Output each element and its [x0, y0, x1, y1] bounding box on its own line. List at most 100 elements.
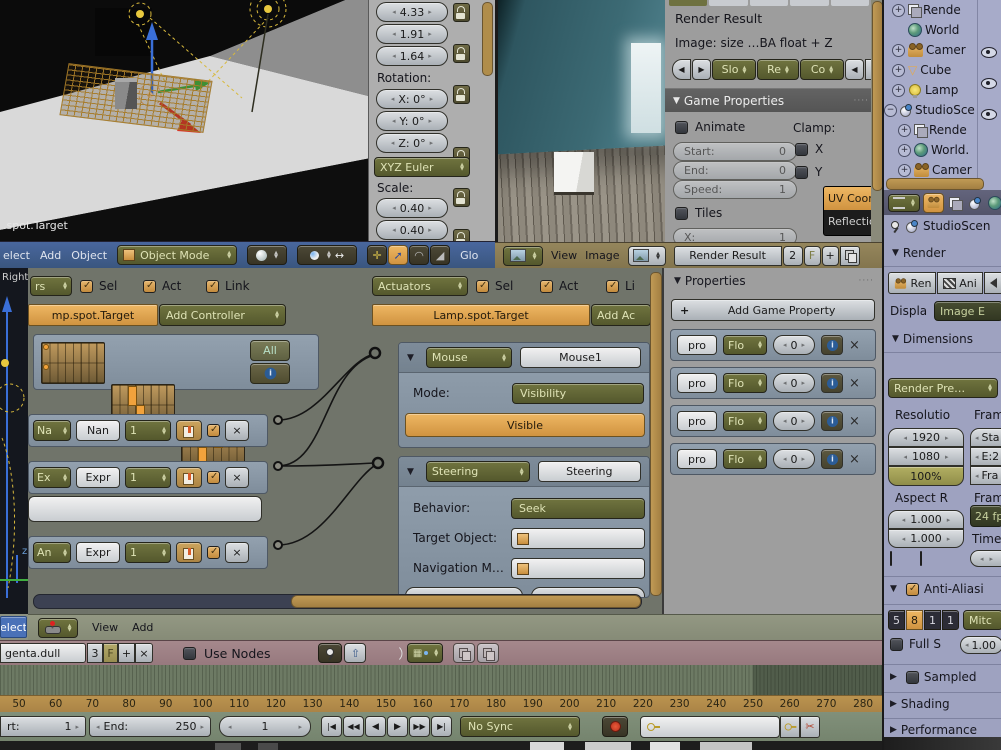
all-states-button[interactable]: All — [250, 340, 290, 361]
controller-name-field[interactable]: Nan — [76, 420, 120, 441]
property-type-dropdown[interactable]: Flo▲▼ — [723, 411, 767, 431]
frame-step-field[interactable]: ◂Fra — [970, 466, 1001, 485]
act-checkbox[interactable] — [143, 280, 156, 293]
lock-location-y-icon[interactable] — [453, 44, 470, 63]
display-dropdown[interactable]: Image E — [934, 301, 1001, 321]
collapse-icon[interactable]: − — [884, 104, 897, 117]
viewport-shading-dropdown[interactable]: ▲▼ — [247, 245, 287, 265]
browse-image-button[interactable]: ▲▼ — [628, 246, 666, 266]
controller-name-field[interactable]: Expr — [76, 542, 120, 563]
outliner-row-world-1[interactable]: World — [908, 23, 959, 37]
tiles-checkbox[interactable] — [675, 207, 688, 220]
controller-type-dropdown[interactable]: An▲▼ — [33, 542, 71, 563]
aspect-y-field[interactable]: ◂1.000▸ — [888, 529, 964, 548]
tab-render-layers[interactable] — [947, 193, 964, 213]
lock-rotation-y-icon[interactable] — [453, 188, 470, 207]
add-actuator-dropdown[interactable]: Add Ac — [591, 304, 651, 326]
outliner-row-renderlayers-2[interactable]: +Rende — [898, 123, 967, 137]
visibility-eye-icon[interactable] — [981, 109, 997, 120]
snap-mode-dropdown[interactable]: ▦▲▼ — [407, 643, 443, 663]
controller-active-checkbox[interactable] — [207, 546, 220, 559]
aa-size-slider[interactable]: ◂1.00 — [960, 636, 1001, 654]
performance-panel-header[interactable]: ▶Performance — [890, 723, 977, 737]
editor-type-button[interactable]: ▲▼ — [503, 246, 543, 266]
controller-bookmark-button[interactable] — [176, 542, 202, 563]
sampled-motion-blur-panel-header[interactable]: ▶ Sampled — [890, 670, 977, 684]
play-reverse-button[interactable]: ◀ — [365, 716, 386, 737]
actuator-filter-dropdown[interactable]: Actuators▲▼ — [372, 276, 468, 296]
sel-checkbox[interactable] — [476, 280, 489, 293]
behavior-dropdown[interactable]: Seek — [511, 498, 645, 519]
controller-type-dropdown[interactable]: Na▲▼ — [33, 420, 71, 441]
translate-manipulator-button[interactable]: ➚ — [388, 245, 408, 265]
property-type-dropdown[interactable]: Flo▲▼ — [723, 373, 767, 393]
property-debug-button[interactable]: i — [821, 449, 843, 469]
anim-end-field[interactable]: End:0 — [673, 161, 797, 180]
controller-bookmark-button[interactable] — [176, 467, 202, 488]
slot-next-button[interactable]: ▶ — [692, 59, 711, 80]
rotation-x-field[interactable]: ◂X: 0°▸ — [376, 89, 448, 109]
game-properties-panel-header[interactable]: ▼ Game Properties ···· — [665, 88, 877, 112]
rotate-manipulator-button[interactable]: ◠ — [409, 245, 429, 265]
visible-toggle[interactable]: Visible — [405, 413, 645, 437]
insert-keyframe-button[interactable] — [780, 716, 800, 738]
property-name-field[interactable]: pro — [677, 411, 717, 431]
side-viewport-strip[interactable]: Right z — [0, 268, 28, 614]
location-z-field[interactable]: ◂1.64▸ — [376, 46, 448, 66]
target-object-field[interactable] — [511, 528, 645, 549]
act-checkbox[interactable] — [540, 280, 553, 293]
slot-dropdown[interactable]: Slo▲▼ — [712, 59, 756, 80]
actuator-name-field[interactable]: Steering — [538, 461, 641, 482]
controller-filter-dropdown[interactable]: rs▲▼ — [30, 276, 72, 296]
controller-state-field[interactable]: 1▲▼ — [125, 420, 171, 441]
property-value-field[interactable]: ◂0▸ — [773, 335, 815, 355]
logic-editor[interactable]: rs▲▼ Sel Act Link mp.spot.Target Add Con… — [28, 268, 882, 614]
expand-icon[interactable]: + — [898, 164, 911, 177]
clamp-y-row[interactable]: Y — [795, 165, 822, 179]
delete-property-button[interactable]: × — [849, 452, 860, 467]
controller-delete-button[interactable]: × — [225, 467, 249, 488]
sel-checkbox[interactable] — [80, 280, 93, 293]
lock-location-x-icon[interactable] — [453, 3, 470, 22]
controllers-sel-toggle[interactable]: Sel — [80, 279, 117, 293]
actuator-name-field[interactable]: Mouse1 — [520, 347, 641, 368]
expression-field[interactable] — [28, 496, 262, 522]
sync-dropdown[interactable]: No Sync▲▼ — [460, 716, 580, 737]
menu-add[interactable]: Add — [40, 249, 61, 262]
actuators-sel-toggle[interactable]: Sel — [476, 279, 513, 293]
controller-active-checkbox[interactable] — [207, 424, 220, 437]
resolution-y-field[interactable]: ◂1080▸ — [888, 447, 964, 466]
copy-nodes-button[interactable] — [453, 643, 475, 663]
aa-samples-8-button[interactable]: 8 — [906, 610, 923, 630]
select-menu-highlighted[interactable]: elect — [0, 616, 27, 638]
outliner-hscrollbar[interactable] — [886, 178, 984, 190]
axis-tripod-button[interactable]: ✛ — [367, 245, 387, 265]
delete-keyframe-button[interactable]: ✂ — [800, 716, 820, 738]
menu-object[interactable]: Object — [71, 249, 107, 262]
full-sample-row[interactable]: Full S — [890, 637, 941, 651]
new-material-button[interactable]: + — [118, 643, 135, 663]
controller-block-3[interactable]: An▲▼ Expr 1▲▼ × — [28, 536, 268, 569]
controller-block-2[interactable]: Ex▲▼ Expr 1▲▼ × — [28, 461, 268, 494]
rotation-z-field[interactable]: ◂Z: 0°▸ — [376, 133, 448, 153]
actuators-act-toggle[interactable]: Act — [540, 279, 578, 293]
frame-start-field[interactable]: rt:1▸ — [0, 716, 86, 737]
clamp-x-row[interactable]: X — [795, 142, 823, 156]
pin-icon[interactable] — [890, 220, 901, 233]
visibility-eye-icon[interactable] — [981, 78, 997, 89]
antialiasing-checkbox[interactable] — [906, 583, 919, 596]
expand-icon[interactable]: + — [898, 124, 911, 137]
material-users-button[interactable]: 3 — [87, 643, 103, 663]
tab-world[interactable] — [986, 193, 1001, 213]
scale-manipulator-button[interactable]: ◢ — [430, 245, 450, 265]
link-checkbox[interactable] — [206, 280, 219, 293]
states-info-button[interactable]: i — [250, 363, 290, 384]
render-panel-header[interactable]: ▼Render — [892, 246, 946, 260]
time-old-field[interactable]: ◂▸ — [970, 550, 1001, 567]
outliner-row-scene[interactable]: −StudioSce — [884, 103, 975, 117]
outliner-row-camera-2[interactable]: +Camer — [898, 163, 972, 177]
new-image-button[interactable]: + — [822, 246, 839, 266]
timeline-ruler[interactable] — [0, 665, 882, 695]
aa-samples-5-button[interactable]: 5 — [888, 610, 905, 630]
keying-set-field[interactable] — [640, 716, 780, 738]
